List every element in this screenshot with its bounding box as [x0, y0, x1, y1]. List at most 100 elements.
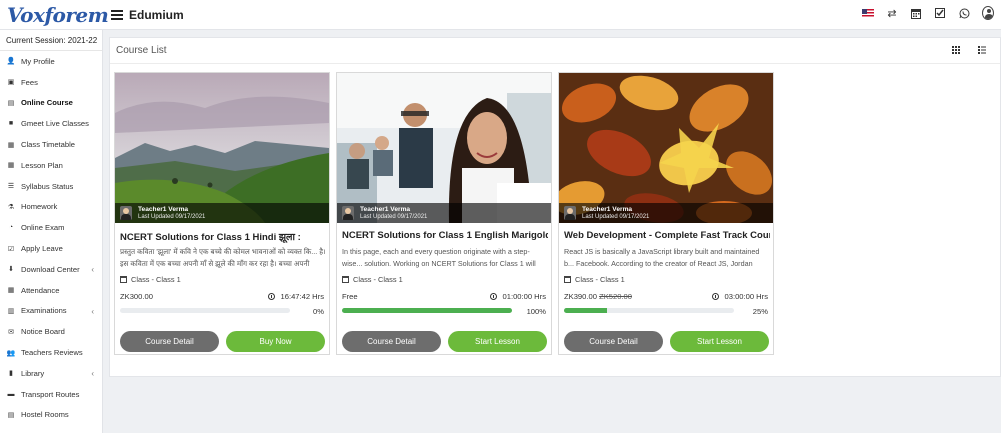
course-duration: 01:00:00 Hrs [489, 292, 546, 301]
last-updated: Last Updated 09/17/2021 [360, 213, 428, 220]
course-thumbnail[interactable]: Teacher1 Verma Last Updated 09/17/2021 [337, 73, 551, 223]
course-card[interactable]: Teacher1 Verma Last Updated 09/17/2021 W… [558, 72, 774, 355]
sidebar-item-gmeet-live-classes[interactable]: ■ Gmeet Live Classes [0, 113, 102, 134]
whatsapp-icon[interactable] [958, 7, 970, 19]
download-icon: ⬇ [8, 266, 14, 274]
sidebar-item-my-profile[interactable]: 👤 My Profile [0, 51, 102, 72]
bus-icon: ▬ [7, 390, 15, 398]
course-title[interactable]: NCERT Solutions for Class 1 Hindi झूला : [120, 230, 326, 243]
calendar-icon: ▦ [7, 141, 15, 149]
progress-bar [342, 308, 512, 313]
app-title: Edumium [129, 7, 184, 22]
list-view-icon[interactable] [978, 46, 986, 56]
course-price: ZK390.00 ZK520.00 [564, 292, 632, 301]
sidebar-item-label: Attendance [21, 285, 60, 295]
course-description: React JS is basically a JavaScript libra… [564, 247, 760, 268]
user-avatar-icon[interactable] [982, 6, 994, 20]
sidebar-item-label: Hostel Rooms [21, 410, 69, 420]
top-header: Voxforem Edumium ⇄ [0, 0, 1001, 30]
progress-percent: 0% [313, 307, 324, 316]
start-lesson-button[interactable]: Start Lesson [670, 331, 769, 352]
course-detail-button[interactable]: Course Detail [120, 331, 219, 352]
course-card[interactable]: Teacher1 Verma Last Updated 09/17/2021 N… [114, 72, 330, 355]
sidebar-item-hostel-rooms[interactable]: ▤ Hostel Rooms [0, 405, 102, 426]
progress-bar [564, 308, 734, 313]
clock-icon [267, 293, 275, 300]
teacher-avatar [120, 206, 132, 220]
teacher-name: Teacher1 Verma [138, 205, 189, 213]
sidebar: Current Session: 2021-22 👤 My Profile ▣ Fee… [0, 30, 103, 433]
sidebar-item-transport-routes[interactable]: ▬ Transport Routes [0, 384, 102, 405]
sidebar-item-syllabus-status[interactable]: ☰ Syllabus Status [0, 176, 102, 197]
teacher-name: Teacher1 Verma [360, 205, 411, 213]
course-description: प्रस्तुत कविता 'झूला' में कवि ने एक बच्च… [120, 247, 326, 268]
sidebar-item-apply-leave[interactable]: ☑ Apply Leave [0, 238, 102, 259]
course-list-panel: Course List Teacher1 Verma Last Updated … [109, 37, 1001, 377]
current-session: Current Session: 2021-22 [0, 30, 102, 51]
sidebar-item-homework[interactable]: ⚗ Homework [0, 197, 102, 218]
sidebar-item-label: Class Timetable [21, 140, 76, 150]
buy-now-button[interactable]: Buy Now [226, 331, 325, 352]
sidebar-item-label: Notice Board [21, 327, 65, 337]
sidebar-item-online-course[interactable]: ▤ Online Course [0, 93, 102, 114]
course-price: ZK300.00 [120, 292, 153, 301]
teacher-avatar [564, 206, 576, 220]
users-icon: 👥 [6, 349, 16, 357]
page-title: Course List [116, 45, 167, 56]
check-square-icon: ☑ [7, 245, 15, 253]
sidebar-item-label: Syllabus Status [21, 181, 74, 191]
sidebar-item-label: Teachers Reviews [21, 348, 83, 358]
rss-icon: ◔ [8, 224, 14, 232]
course-card[interactable]: Teacher1 Verma Last Updated 09/17/2021 N… [336, 72, 552, 355]
course-detail-button[interactable]: Course Detail [342, 331, 441, 352]
course-duration: 16:47:42 Hrs [267, 292, 324, 301]
course-price: Free [342, 292, 358, 301]
calendar-icon[interactable] [910, 7, 922, 19]
sidebar-item-online-exam[interactable]: ◔ Online Exam [0, 217, 102, 238]
course-detail-button[interactable]: Course Detail [564, 331, 663, 352]
sidebar-item-fees[interactable]: ▣ Fees [0, 72, 102, 93]
transfer-icon[interactable]: ⇄ [886, 7, 898, 20]
calendar-icon [342, 276, 349, 283]
course-title[interactable]: Web Development - Complete Fast Track Co… [564, 230, 770, 241]
book-icon: ▮ [9, 370, 13, 378]
sidebar-item-class-timetable[interactable]: ▦ Class Timetable [0, 134, 102, 155]
last-updated: Last Updated 09/17/2021 [582, 213, 650, 220]
progress-percent: 25% [752, 307, 768, 316]
sidebar-item-notice-board[interactable]: ✉ Notice Board [0, 321, 102, 342]
chevron-left-icon[interactable]: ‹ [91, 265, 94, 274]
course-description: In this page, each and every question or… [342, 247, 536, 268]
sidebar-item-download-center[interactable]: ⬇ Download Center ‹ [0, 259, 102, 280]
hamburger-menu-icon[interactable] [111, 9, 123, 20]
sidebar-item-label: Fees [21, 77, 38, 87]
sidebar-item-lesson-plan[interactable]: ▦ Lesson Plan [0, 155, 102, 176]
us-flag-icon[interactable] [862, 7, 874, 19]
video-icon: ■ [8, 120, 14, 128]
sidebar-item-examinations[interactable]: ▥ Examinations ‹ [0, 301, 102, 322]
sidebar-item-teachers-reviews[interactable]: 👥 Teachers Reviews [0, 342, 102, 363]
checkbox-icon[interactable] [934, 7, 946, 19]
course-thumbnail[interactable]: Teacher1 Verma Last Updated 09/17/2021 [559, 73, 773, 223]
course-duration: 03:00:00 Hrs [711, 292, 768, 301]
course-class: Class - Class 1 [120, 275, 181, 284]
course-class: Class - Class 1 [564, 275, 625, 284]
sidebar-item-library[interactable]: ▮ Library ‹ [0, 363, 102, 384]
course-title[interactable]: NCERT Solutions for Class 1 English Mari… [342, 230, 548, 241]
sidebar-item-attendance[interactable]: ▦ Attendance [0, 280, 102, 301]
chevron-left-icon[interactable]: ‹ [91, 307, 94, 316]
last-updated: Last Updated 09/17/2021 [138, 213, 206, 220]
course-thumbnail[interactable]: Teacher1 Verma Last Updated 09/17/2021 [115, 73, 329, 223]
sidebar-item-label: Homework [21, 202, 58, 212]
sidebar-item-label: Transport Routes [21, 389, 80, 399]
start-lesson-button[interactable]: Start Lesson [448, 331, 547, 352]
list-icon: ☰ [7, 183, 15, 191]
calendar-check-icon: ▦ [7, 287, 15, 295]
clock-icon [489, 293, 497, 300]
sidebar-item-label: Online Exam [21, 223, 65, 233]
sidebar-item-label: Lesson Plan [21, 160, 63, 170]
progress-percent: 100% [526, 307, 546, 316]
grid-view-icon[interactable] [952, 46, 960, 56]
logo[interactable]: Voxforem [0, 0, 109, 30]
user-icon: 👤 [6, 58, 16, 66]
chevron-left-icon[interactable]: ‹ [91, 369, 94, 378]
